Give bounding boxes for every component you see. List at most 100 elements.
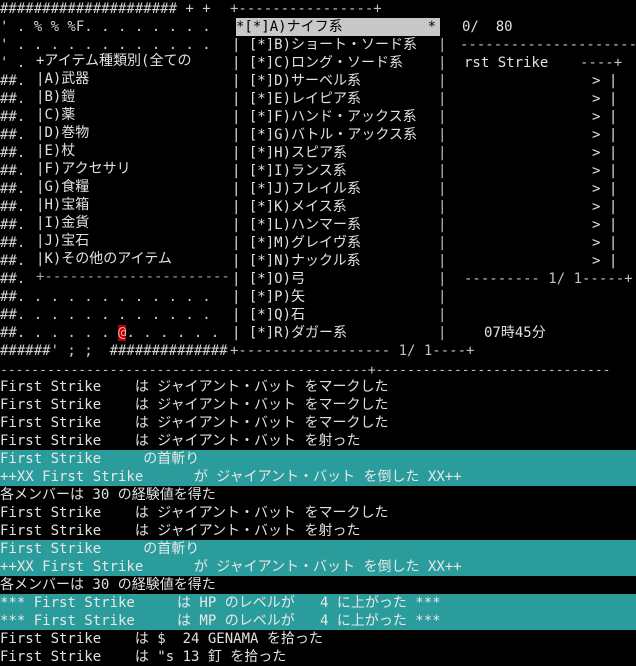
map-row-text: ##. xyxy=(0,73,26,89)
party-member-name[interactable]: rst Strike xyxy=(464,54,548,72)
item-type-option[interactable]: |D)巻物 xyxy=(36,124,89,142)
item-category-row[interactable]: | [*]C)ロング・ソード系 xyxy=(232,54,403,72)
item-category-list: +----------------+ *[*]A)ナイフ系 * | [*]B)ショ… xyxy=(228,0,474,360)
map-row: ##. xyxy=(0,72,25,90)
map-row-text: ##. xyxy=(0,253,26,269)
log-line: First Strike は $ 24 GENAMA を拾った xyxy=(0,631,323,647)
party-slot-arrow[interactable]: > | xyxy=(592,198,617,216)
item-category-row[interactable]: | [*]D)サーベル系 xyxy=(232,72,361,90)
item-category-row[interactable]: | [*]F)ハンド・アックス系 xyxy=(232,108,417,126)
item-category-row[interactable]: | [*]R)ダガー系 xyxy=(232,324,347,342)
item-category-row[interactable]: | [*]Q)石 xyxy=(232,306,305,324)
party-slot-arrow[interactable]: > | xyxy=(592,72,617,90)
map-row: ' . % % %F. . . . . . . . xyxy=(0,18,211,36)
map-row: ##. xyxy=(0,144,25,162)
map-row: ##. xyxy=(0,270,25,288)
item-type-option[interactable]: |F)アクセサリ xyxy=(36,160,131,178)
item-type-option[interactable]: |B)鎧 xyxy=(36,88,75,106)
game-clock: 07時45分 xyxy=(484,325,546,341)
item-type-option[interactable]: |I)金貨 xyxy=(36,214,89,232)
map-row: ##. xyxy=(0,252,25,270)
map-row-text: ##. xyxy=(0,109,26,125)
map-row-text: ##. xyxy=(0,217,26,233)
item-category-row[interactable]: | [*]L)ハンマー系 xyxy=(232,216,361,234)
party-slot-arrow[interactable]: > | xyxy=(592,144,617,162)
party-panel-divider: ------------------------ xyxy=(460,37,636,53)
item-category-row-selected[interactable]: *[*]A)ナイフ系 * xyxy=(236,18,440,36)
item-category-row[interactable]: | [*]B)ショート・ソード系 xyxy=(232,36,417,54)
party-slot-arrow[interactable]: > | xyxy=(592,234,617,252)
map-row: ##. xyxy=(0,108,25,126)
item-type-menu: +アイテム種類別(全ての |A)武器 |B)鎧 |C)薬 |D)巻物 |E)杖 … xyxy=(28,52,247,285)
item-type-option[interactable]: |C)薬 xyxy=(36,106,75,124)
map-row: ##. xyxy=(0,162,25,180)
map-row-text: ##. xyxy=(0,91,26,107)
map-row: ##. xyxy=(0,90,25,108)
item-list-right-border: | | | | | | | | | | | | | | | | | xyxy=(438,37,447,341)
map-row-text: ##. xyxy=(0,199,26,215)
log-line-highlight: First Strike の首斬り xyxy=(0,540,636,558)
log-line-highlight: *** First Strike は HP のレベルが 4 に上がった *** xyxy=(0,594,636,612)
map-row-text: ##. . . . . . . . . . . . xyxy=(0,289,211,305)
map-row: ##. . . . . . . . . . . . xyxy=(0,306,211,324)
log-line: First Strike は ジャイアント・バット を射った xyxy=(0,433,361,449)
item-type-menu-border: +------------------------ xyxy=(36,269,247,285)
map-row: ##################### + + xyxy=(0,0,211,18)
item-type-option[interactable]: |G)食糧 xyxy=(36,178,89,196)
map-row-text: ######' ; ; ############### xyxy=(0,343,237,359)
map-row-text: ##. xyxy=(0,163,26,179)
party-slot-arrow[interactable]: > | xyxy=(592,108,617,126)
log-line: 各メンバーは 30 の経験値を得た xyxy=(0,577,216,593)
item-category-row[interactable]: | [*]K)メイス系 xyxy=(232,198,347,216)
item-category-row[interactable]: | [*]H)スピア系 xyxy=(232,144,347,162)
log-line-highlight: First Strike の首斬り xyxy=(0,450,636,468)
item-category-row[interactable]: | [*]G)バトル・アックス系 xyxy=(232,126,417,144)
map-row: ##. . . . . . @. . . . . . xyxy=(0,324,219,342)
map-row-text: ##. xyxy=(0,127,26,143)
map-row-text: ' . xyxy=(0,55,26,71)
party-slot-arrow[interactable]: > | xyxy=(592,162,617,180)
item-type-option[interactable]: |E)杖 xyxy=(36,142,75,160)
log-line-highlight: *** First Strike は MP のレベルが 4 に上がった *** xyxy=(0,612,636,630)
item-count: 0/ 80 xyxy=(462,19,513,35)
item-type-option[interactable]: |H)宝箱 xyxy=(36,196,89,214)
map-row-text: ##. xyxy=(0,235,26,251)
map-row-text: ' . . . . . . . . . . . . xyxy=(0,37,211,53)
party-slot-arrow[interactable]: > | xyxy=(592,126,617,144)
item-category-row[interactable]: | [*]M)グレイヴ系 xyxy=(232,234,361,252)
item-category-row[interactable]: | [*]I)ランス系 xyxy=(232,162,347,180)
item-category-row[interactable]: | [*]N)ナックル系 xyxy=(232,252,361,270)
item-type-option[interactable]: |A)武器 xyxy=(36,70,89,88)
map-row: ##. xyxy=(0,198,25,216)
item-category-row[interactable]: | [*]J)フレイル系 xyxy=(232,180,361,198)
item-category-row[interactable]: | [*]E)レイピア系 xyxy=(232,90,361,108)
map-row-text: ' . % % %F. . . . . . . . xyxy=(0,19,211,35)
log-line-highlight: ++XX First Strike が ジャイアント・バット を倒した XX++ xyxy=(0,558,636,576)
log-line: First Strike は ジャイアント・バット をマークした xyxy=(0,397,389,413)
party-slot-arrow[interactable]: > | xyxy=(592,180,617,198)
party-slot-arrow[interactable]: > | xyxy=(592,90,617,108)
log-line: First Strike は "s 13 釘 を拾った xyxy=(0,649,287,665)
log-separator: ----------------------------------------… xyxy=(0,363,611,378)
log-line: First Strike は ジャイアント・バット を射った xyxy=(0,523,361,539)
map-row: ##. xyxy=(0,126,25,144)
party-slot-arrow[interactable]: > | xyxy=(592,252,617,270)
item-category-row[interactable]: | [*]P)矢 xyxy=(232,288,305,306)
map-row-text: ##. . . . . . . . . . . . xyxy=(0,307,211,323)
map-row: ##. xyxy=(0,216,25,234)
item-type-option[interactable]: |K)その他のアイテム xyxy=(36,250,172,268)
map-row-text: ##. xyxy=(0,145,26,161)
map-row: ##. xyxy=(0,180,25,198)
party-slot-arrow[interactable]: > | xyxy=(592,216,617,234)
log-line: First Strike は ジャイアント・バット をマークした xyxy=(0,415,389,431)
map-row: ##. . . . . . . . . . . . xyxy=(0,288,211,306)
log-line: 各メンバーは 30 の経験値を得た xyxy=(0,487,216,503)
map-row: ' . xyxy=(0,54,25,72)
map-row-text: ##. . . . . . xyxy=(0,325,119,341)
map-row: ######' ; ; ############### xyxy=(0,342,236,360)
map-row: ##. xyxy=(0,234,25,252)
map-row-text: ##. xyxy=(0,181,26,197)
item-type-option[interactable]: |J)宝石 xyxy=(36,232,89,250)
party-panel-border: ----+ xyxy=(580,55,623,71)
item-category-row[interactable]: | [*]O)弓 xyxy=(232,270,305,288)
